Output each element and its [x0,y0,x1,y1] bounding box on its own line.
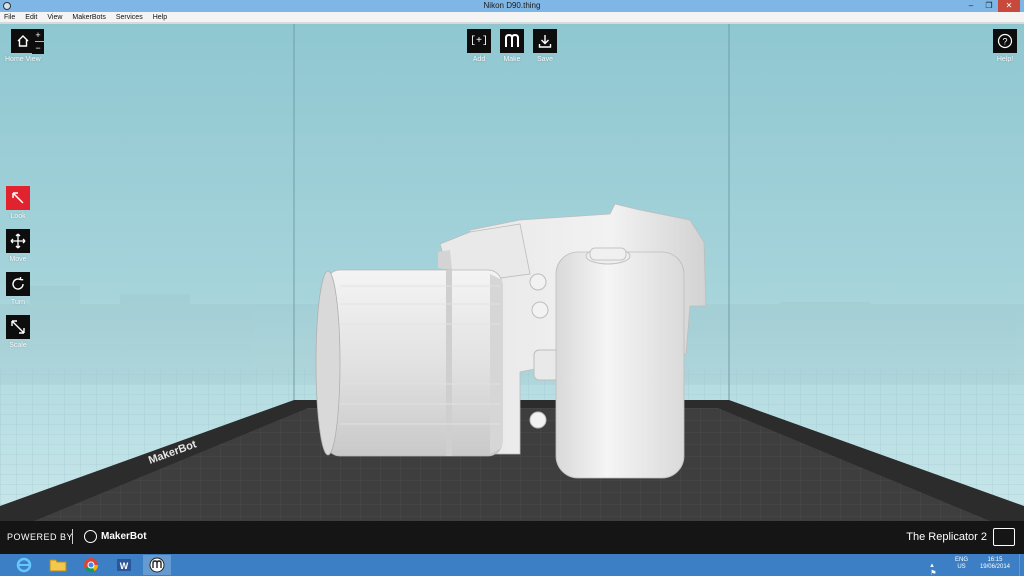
scale-arrow-icon [11,320,25,334]
svg-text:W: W [120,561,129,571]
menu-makerbots[interactable]: MakerBots [72,12,105,22]
look-button[interactable] [6,186,30,210]
makerbot-m-icon [505,33,519,47]
taskbar-chrome[interactable] [77,555,105,575]
window-controls: – ❐ ✕ [962,0,1020,12]
save-tool[interactable]: Save [533,29,557,63]
rotate-icon [12,277,24,290]
look-tool[interactable]: Look [6,186,30,220]
make-button[interactable] [500,29,524,53]
clock-time: 16:15 [987,557,1003,563]
makerbot-logo-icon [84,530,97,543]
make-label: Make [503,56,521,63]
3d-viewport[interactable]: MakerBot Home View + − [+] Add Make Save… [0,24,1024,521]
look-arrow-icon [12,192,24,204]
window-title: Nikon D90.thing [483,1,541,10]
input-language[interactable]: ENG US [955,557,968,571]
status-footer: POWERED BY MakerBot The Replicator 2 [0,521,1024,554]
title-bar: Nikon D90.thing – ❐ ✕ [0,0,1024,12]
menu-bar: File Edit View MakerBots Services Help [0,12,1024,23]
help-label: Help! [996,56,1014,63]
scale-button[interactable] [6,315,30,339]
turn-button[interactable] [6,272,30,296]
turn-tool[interactable]: Turn [6,272,30,306]
help-tool[interactable]: ? Help! [993,29,1017,63]
help-button[interactable]: ? [993,29,1017,53]
menu-services[interactable]: Services [116,12,143,22]
language-code: ENG [954,557,968,563]
clock[interactable]: 16:15 19/06/2014 [980,557,1010,571]
save-label: Save [537,56,553,63]
windows-taskbar: W ▴ ⚑ ▮ ◢ ◀) ENG US 16:15 19/06/2014 [0,554,1024,576]
svg-text:?: ? [1002,37,1007,47]
footer-divider [72,529,73,544]
menu-file[interactable]: File [4,12,15,22]
turn-label: Turn [10,299,26,306]
zoom-out-button[interactable]: − [32,42,44,54]
makerware-icon [149,557,165,573]
restore-button[interactable]: ❐ [980,0,998,12]
keyboard-layout: US [957,564,966,570]
move-button[interactable] [6,229,30,253]
minimize-button[interactable]: – [962,0,980,12]
zoom-in-button[interactable]: + [32,29,44,41]
taskbar-internet-explorer[interactable] [10,555,38,575]
powered-by-text: POWERED BY [7,532,74,542]
add-label: Add [472,56,486,63]
build-scene: MakerBot [0,24,1024,521]
tray-icons[interactable]: ▴ ⚑ ▮ ◢ ◀) [930,561,942,576]
help-icon: ? [997,33,1013,49]
makerbot-brand: MakerBot [101,531,147,542]
scale-tool[interactable]: Scale [6,315,30,349]
internet-explorer-icon [16,557,32,573]
add-tool[interactable]: [+] Add [467,29,491,63]
camera-model[interactable] [315,203,707,479]
folder-icon [49,559,67,572]
show-desktop-button[interactable] [1019,554,1024,576]
scale-label: Scale [9,342,27,349]
add-button[interactable]: [+] [467,29,491,53]
printer-icon[interactable] [993,528,1015,546]
chrome-icon [84,558,98,572]
menu-edit[interactable]: Edit [25,12,37,22]
close-button[interactable]: ✕ [998,0,1020,12]
look-label: Look [10,213,26,220]
printer-name[interactable]: The Replicator 2 [906,531,987,543]
menu-help[interactable]: Help [153,12,167,22]
menu-view[interactable]: View [47,12,62,22]
word-icon: W [117,559,131,571]
save-button[interactable] [533,29,557,53]
move-arrows-icon [10,233,26,249]
move-label: Move [9,256,27,263]
taskbar-file-explorer[interactable] [44,555,72,575]
add-icon: [+] [469,35,488,47]
clock-date: 19/06/2014 [979,564,1010,570]
make-tool[interactable]: Make [500,29,524,63]
makerware-app-icon[interactable] [3,2,11,10]
download-icon [538,35,552,48]
zoom-controls: + − [32,29,44,54]
taskbar-word[interactable]: W [110,555,138,575]
home-view-label: Home View [5,56,41,63]
move-tool[interactable]: Move [6,229,30,263]
home-icon [17,35,29,47]
taskbar-makerware[interactable] [143,555,171,575]
